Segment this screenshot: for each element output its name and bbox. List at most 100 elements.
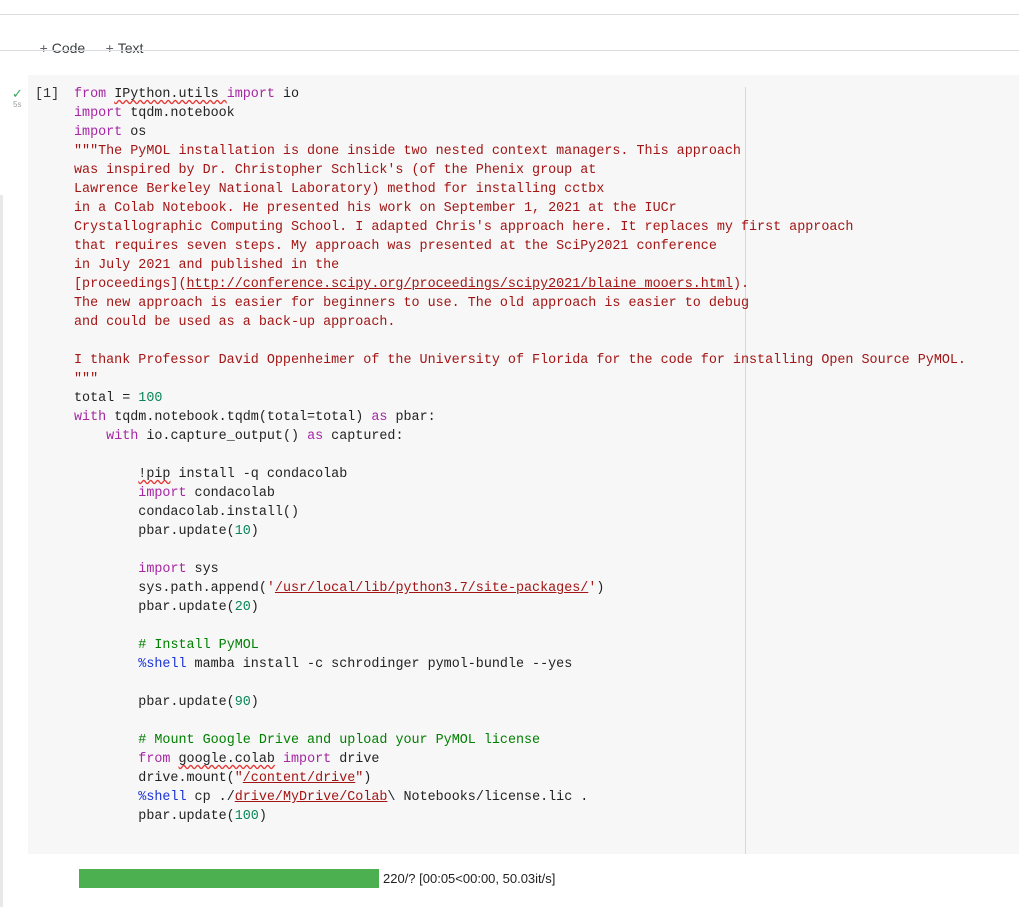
code-line: that requires seven steps. My approach w… bbox=[74, 237, 966, 256]
code-token: 90 bbox=[234, 695, 251, 710]
code-token: Crystallographic Computing School. I ada… bbox=[74, 220, 854, 235]
code-editor[interactable]: from IPython.utils import io import tqdm.… bbox=[74, 85, 966, 826]
code-line: Lawrence Berkeley National Laboratory) m… bbox=[74, 180, 966, 199]
progress-bar-fill bbox=[79, 869, 379, 888]
code-token: import bbox=[138, 486, 187, 501]
code-token: pbar: bbox=[387, 410, 436, 425]
code-line: import condacolab bbox=[74, 484, 966, 503]
toolbar-divider bbox=[0, 50, 1019, 51]
code-token: condacolab bbox=[186, 486, 275, 501]
code-token: """The PyMOL installation is done inside… bbox=[74, 144, 741, 159]
add-code-label: Code bbox=[51, 40, 86, 56]
code-token: that requires seven steps. My approach w… bbox=[74, 239, 717, 254]
code-line: # Mount Google Drive and upload your PyM… bbox=[74, 731, 966, 750]
code-token: pbar.update( bbox=[74, 524, 235, 539]
code-token: pbar.update( bbox=[74, 695, 235, 710]
code-token: 10 bbox=[234, 524, 251, 539]
code-line: import sys bbox=[74, 560, 966, 579]
code-line: !pip install -q condacolab bbox=[74, 465, 966, 484]
left-scroll-rail bbox=[0, 195, 3, 907]
code-line: and could be used as a back-up approach. bbox=[74, 313, 966, 332]
plus-icon: + bbox=[39, 40, 48, 56]
code-token: # Mount Google Drive and upload your PyM… bbox=[138, 733, 541, 748]
code-token: from bbox=[74, 87, 115, 102]
code-token: ) bbox=[258, 809, 267, 824]
run-time: 5s bbox=[13, 100, 22, 109]
execution-count[interactable]: [1] bbox=[35, 87, 59, 102]
code-line: condacolab.install() bbox=[74, 503, 966, 522]
code-line: in July 2021 and published in the bbox=[74, 256, 966, 275]
code-token: io bbox=[274, 87, 300, 102]
code-line: [proceedings](http://conference.scipy.or… bbox=[74, 275, 966, 294]
code-token: as bbox=[371, 410, 388, 425]
add-text-label: Text bbox=[117, 40, 144, 56]
code-token: in a Colab Notebook. He presented his wo… bbox=[74, 201, 677, 216]
code-line: import tqdm.notebook bbox=[74, 104, 966, 123]
code-line: """ bbox=[74, 370, 966, 389]
code-line: from google.colab import drive bbox=[74, 750, 966, 769]
code-token: condacolab.install() bbox=[74, 505, 299, 520]
code-token: os bbox=[122, 125, 147, 140]
add-code-button[interactable]: + Code bbox=[24, 24, 86, 72]
code-token: [proceedings]( bbox=[74, 277, 187, 292]
code-token: ) bbox=[363, 771, 372, 786]
code-line: %shell cp ./drive/MyDrive/Colab\ Noteboo… bbox=[74, 788, 966, 807]
code-token: /content/drive bbox=[242, 771, 356, 786]
code-token: total = bbox=[74, 391, 139, 406]
code-line: drive.mount("/content/drive") bbox=[74, 769, 966, 788]
code-token: sys.path.append( bbox=[74, 581, 267, 596]
code-token: ) bbox=[250, 600, 259, 615]
code-token: drive bbox=[331, 752, 380, 767]
code-token: I thank Professor David Oppenheimer of t… bbox=[74, 353, 966, 368]
code-token: %shell bbox=[138, 790, 187, 805]
code-token: The new approach is easier for beginners… bbox=[74, 296, 749, 311]
code-token: http://conference.scipy.org/proceedings/… bbox=[186, 277, 733, 292]
progress-bar bbox=[79, 869, 379, 888]
code-line: was inspired by Dr. Christopher Schlick'… bbox=[74, 161, 966, 180]
code-token: ) bbox=[250, 695, 259, 710]
code-token: import bbox=[226, 87, 275, 102]
code-line: pbar.update(20) bbox=[74, 598, 966, 617]
code-token: import bbox=[74, 106, 123, 121]
code-line: sys.path.append('/usr/local/lib/python3.… bbox=[74, 579, 966, 598]
add-text-button[interactable]: + Text bbox=[90, 24, 144, 72]
code-token: /usr/local/lib/python3.7/site-packages/ bbox=[274, 581, 589, 596]
code-token: pbar.update( bbox=[74, 600, 235, 615]
code-token: io.capture_output() bbox=[138, 429, 308, 444]
code-line: with io.capture_output() as captured: bbox=[74, 427, 966, 446]
code-token: " bbox=[234, 771, 243, 786]
code-token: %shell bbox=[138, 657, 187, 672]
code-line: from IPython.utils import io bbox=[74, 85, 966, 104]
code-token: ' bbox=[266, 581, 275, 596]
code-token: import bbox=[74, 125, 123, 140]
code-token: ) bbox=[250, 524, 259, 539]
code-token: captured: bbox=[323, 429, 404, 444]
code-token: ). bbox=[732, 277, 750, 292]
code-line: total = 100 bbox=[74, 389, 966, 408]
code-line: with tqdm.notebook.tqdm(total=total) as … bbox=[74, 408, 966, 427]
code-token: with bbox=[74, 410, 107, 425]
code-line: """The PyMOL installation is done inside… bbox=[74, 142, 966, 161]
code-line: I thank Professor David Oppenheimer of t… bbox=[74, 351, 966, 370]
code-line: in a Colab Notebook. He presented his wo… bbox=[74, 199, 966, 218]
code-line: pbar.update(100) bbox=[74, 807, 966, 826]
code-token: mamba install -c schrodinger pymol-bundl… bbox=[186, 657, 573, 672]
code-line: %shell mamba install -c schrodinger pymo… bbox=[74, 655, 966, 674]
code-token: google.colab bbox=[178, 752, 275, 767]
cell-toolbar: + Code + Text bbox=[0, 15, 1019, 56]
code-line: import os bbox=[74, 123, 966, 142]
code-token: from bbox=[138, 752, 171, 767]
